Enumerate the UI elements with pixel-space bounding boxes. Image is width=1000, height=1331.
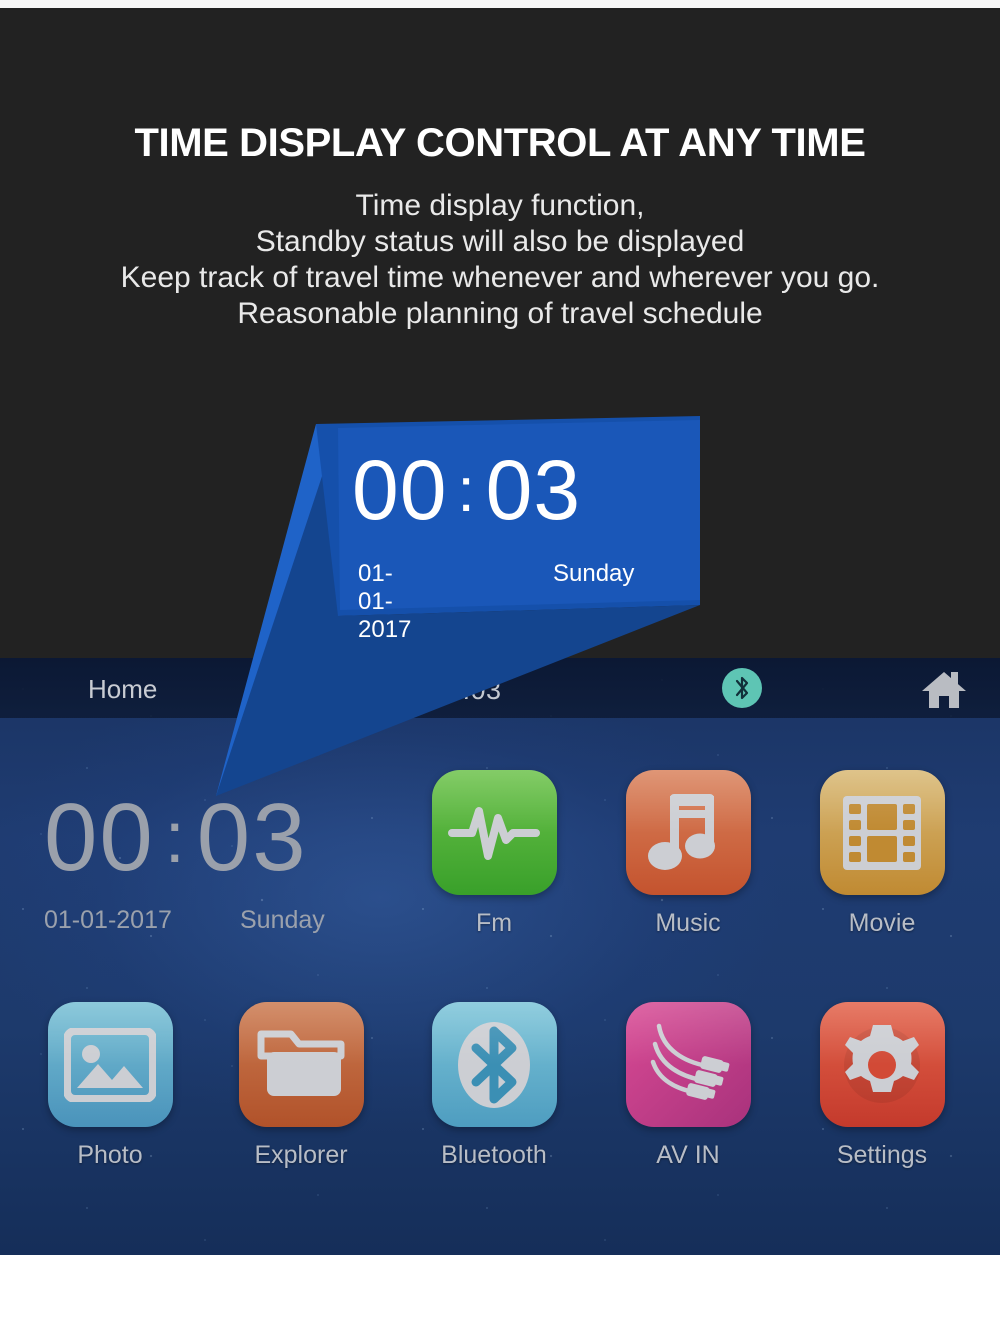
home-clock-time: 00:03 [44,790,325,886]
music-note-icon [648,793,715,870]
promo-banner: TIME DISPLAY CONTROL AT ANY TIME Time di… [0,8,1000,658]
app-grid: Fm Music Movie Photo Explorer Bluetooth … [0,658,1000,1255]
rca-cable-icon [650,1023,730,1100]
home-clock-weekday: Sunday [240,906,325,934]
promo-subtitle-line-4: Reasonable planning of travel schedule [237,297,763,330]
bottom-white-strip [0,1255,1000,1331]
bluetooth-icon [458,1021,530,1108]
app-settings[interactable]: Settings [787,1002,977,1170]
app-tile[interactable] [819,770,945,895]
home-clock: 00:03 01-01-2017 Sunday [44,790,325,935]
app-label: Photo [77,1141,143,1169]
app-label: Movie [848,909,916,937]
bluetooth-icon[interactable] [722,668,762,708]
film-strip-icon [843,795,921,870]
promo-subtitle-line-2: Standby status will also be displayed [255,225,745,258]
app-tile[interactable] [431,770,557,895]
status-bar-home-label[interactable]: Home [88,674,157,705]
app-tile[interactable] [238,1002,364,1127]
home-clock-separator: : [164,798,187,878]
promo-subtitle-line-1: Time display function, [355,189,645,222]
app-label: Fm [475,909,513,937]
top-white-strip [0,0,1000,8]
gear-icon [844,1024,920,1103]
home-clock-meta: 01-01-2017 Sunday [44,906,325,935]
app-bluetooth[interactable]: Bluetooth [399,1002,589,1170]
waveform-icon [448,806,540,860]
page-title: TIME DISPLAY CONTROL AT ANY TIME [134,121,866,165]
app-fm[interactable]: Fm [399,770,589,938]
home-clock-hours: 00 [44,784,155,891]
app-movie[interactable]: Movie [787,770,977,938]
home-clock-minutes: 03 [196,784,308,891]
app-label: AV IN [656,1141,720,1169]
app-label: Music [655,909,721,937]
app-tile[interactable] [431,1002,557,1127]
app-label: Bluetooth [441,1141,547,1169]
picture-icon [64,1027,156,1102]
app-tile[interactable] [47,1002,173,1127]
folder-icon [257,1030,345,1096]
app-tile[interactable] [625,1002,751,1127]
promo-subtitle: Time display function, Standby status wi… [0,188,1000,332]
app-tile[interactable] [819,1002,945,1127]
home-icon[interactable] [918,668,970,710]
app-tile[interactable] [625,770,751,895]
home-clock-date: 01-01-2017 [44,906,172,934]
status-bar: Home 0:03 [0,658,1000,718]
app-photo[interactable]: Photo [15,1002,205,1170]
promo-subtitle-line-3: Keep track of travel time whenever and w… [120,261,880,294]
app-music[interactable]: Music [593,770,783,938]
page-root: TIME DISPLAY CONTROL AT ANY TIME Time di… [0,0,1000,1331]
status-bar-clock: 0:03 [447,675,502,705]
app-explorer[interactable]: Explorer [206,1002,396,1170]
app-av-in[interactable]: AV IN [593,1002,783,1170]
app-label: Explorer [254,1141,348,1169]
app-label: Settings [836,1141,928,1169]
